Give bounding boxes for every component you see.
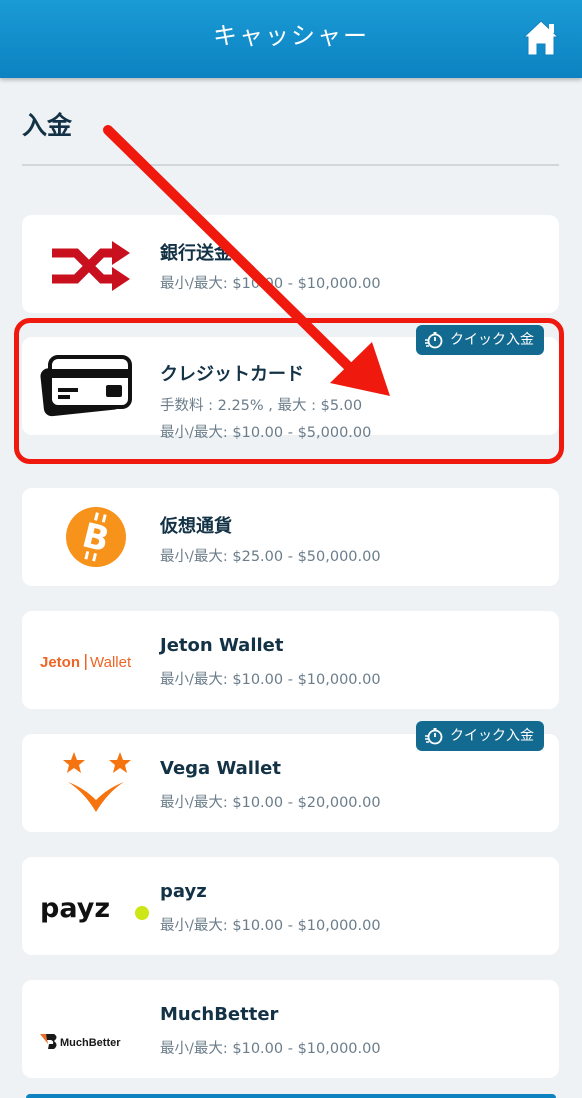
payz-logo: payz <box>34 871 154 941</box>
method-limits: 最小/最大: $10.00 - $10,000.00 <box>160 918 381 934</box>
method-name: 銀行送金 <box>160 243 232 264</box>
muchbetter-wordmark: MuchBetter <box>60 1037 121 1049</box>
payment-method-muchbetter[interactable]: MuchBetter MuchBetter 最小/最大: $10.00 - $1… <box>22 980 559 1078</box>
quick-deposit-badge[interactable]: クイック入金 <box>416 325 544 355</box>
method-limits: 最小/最大: $10.00 - $10,000.00 <box>160 1041 381 1057</box>
vega-wallet-logo <box>34 748 154 818</box>
method-limits: 最小/最大: $10.00 - $10,000.00 <box>160 672 381 688</box>
method-name: Jeton Wallet <box>160 635 284 656</box>
method-fee: 手数料 : 2.25% , 最大 : $5.00 <box>160 398 363 414</box>
stopwatch-icon <box>425 728 443 745</box>
quick-deposit-label: クイック入金 <box>450 728 534 744</box>
home-icon <box>522 20 560 56</box>
svg-text:payz: payz <box>40 893 110 924</box>
next-card-edge <box>26 1094 556 1098</box>
payment-method-crypto[interactable]: B 仮想通貨 最小/最大: $25.00 - $50,000.00 <box>22 488 559 586</box>
method-limits: 最小/最大: $10.00 - $10,000.00 <box>160 276 381 292</box>
method-limits: 最小/最大: $10.00 - $5,000.00 <box>160 425 372 441</box>
quick-deposit-badge[interactable]: クイック入金 <box>416 721 544 751</box>
stopwatch-icon <box>425 332 443 349</box>
method-name: Vega Wallet <box>160 758 281 779</box>
jeton-wallet-logo: Jeton Wallet <box>34 625 154 695</box>
credit-card-icon <box>34 351 154 421</box>
payment-method-jeton-wallet[interactable]: Jeton Wallet Jeton Wallet 最小/最大: $10.00 … <box>22 611 559 709</box>
divider <box>22 164 559 166</box>
home-button[interactable] <box>522 18 560 58</box>
section-title: 入金 <box>22 111 73 140</box>
method-limits: 最小/最大: $10.00 - $20,000.00 <box>160 795 381 811</box>
svg-text:Jeton: Jeton <box>40 654 80 671</box>
app-header: キャッシャー <box>0 0 582 78</box>
muchbetter-logo: MuchBetter <box>34 994 154 1064</box>
method-name: クレジットカード <box>160 364 304 385</box>
bitcoin-icon: B <box>34 502 154 572</box>
shuffle-icon <box>34 229 154 299</box>
svg-text:Wallet: Wallet <box>90 654 132 671</box>
method-name: MuchBetter <box>160 1004 279 1025</box>
payment-method-payz[interactable]: payz payz 最小/最大: $10.00 - $10,000.00 <box>22 857 559 955</box>
payment-method-bank-transfer[interactable]: 銀行送金 最小/最大: $10.00 - $10,000.00 <box>22 215 559 313</box>
quick-deposit-label: クイック入金 <box>450 332 534 348</box>
method-name: 仮想通貨 <box>160 516 232 537</box>
method-name: payz <box>160 881 207 902</box>
method-limits: 最小/最大: $25.00 - $50,000.00 <box>160 549 381 565</box>
page-title: キャッシャー <box>213 22 369 50</box>
